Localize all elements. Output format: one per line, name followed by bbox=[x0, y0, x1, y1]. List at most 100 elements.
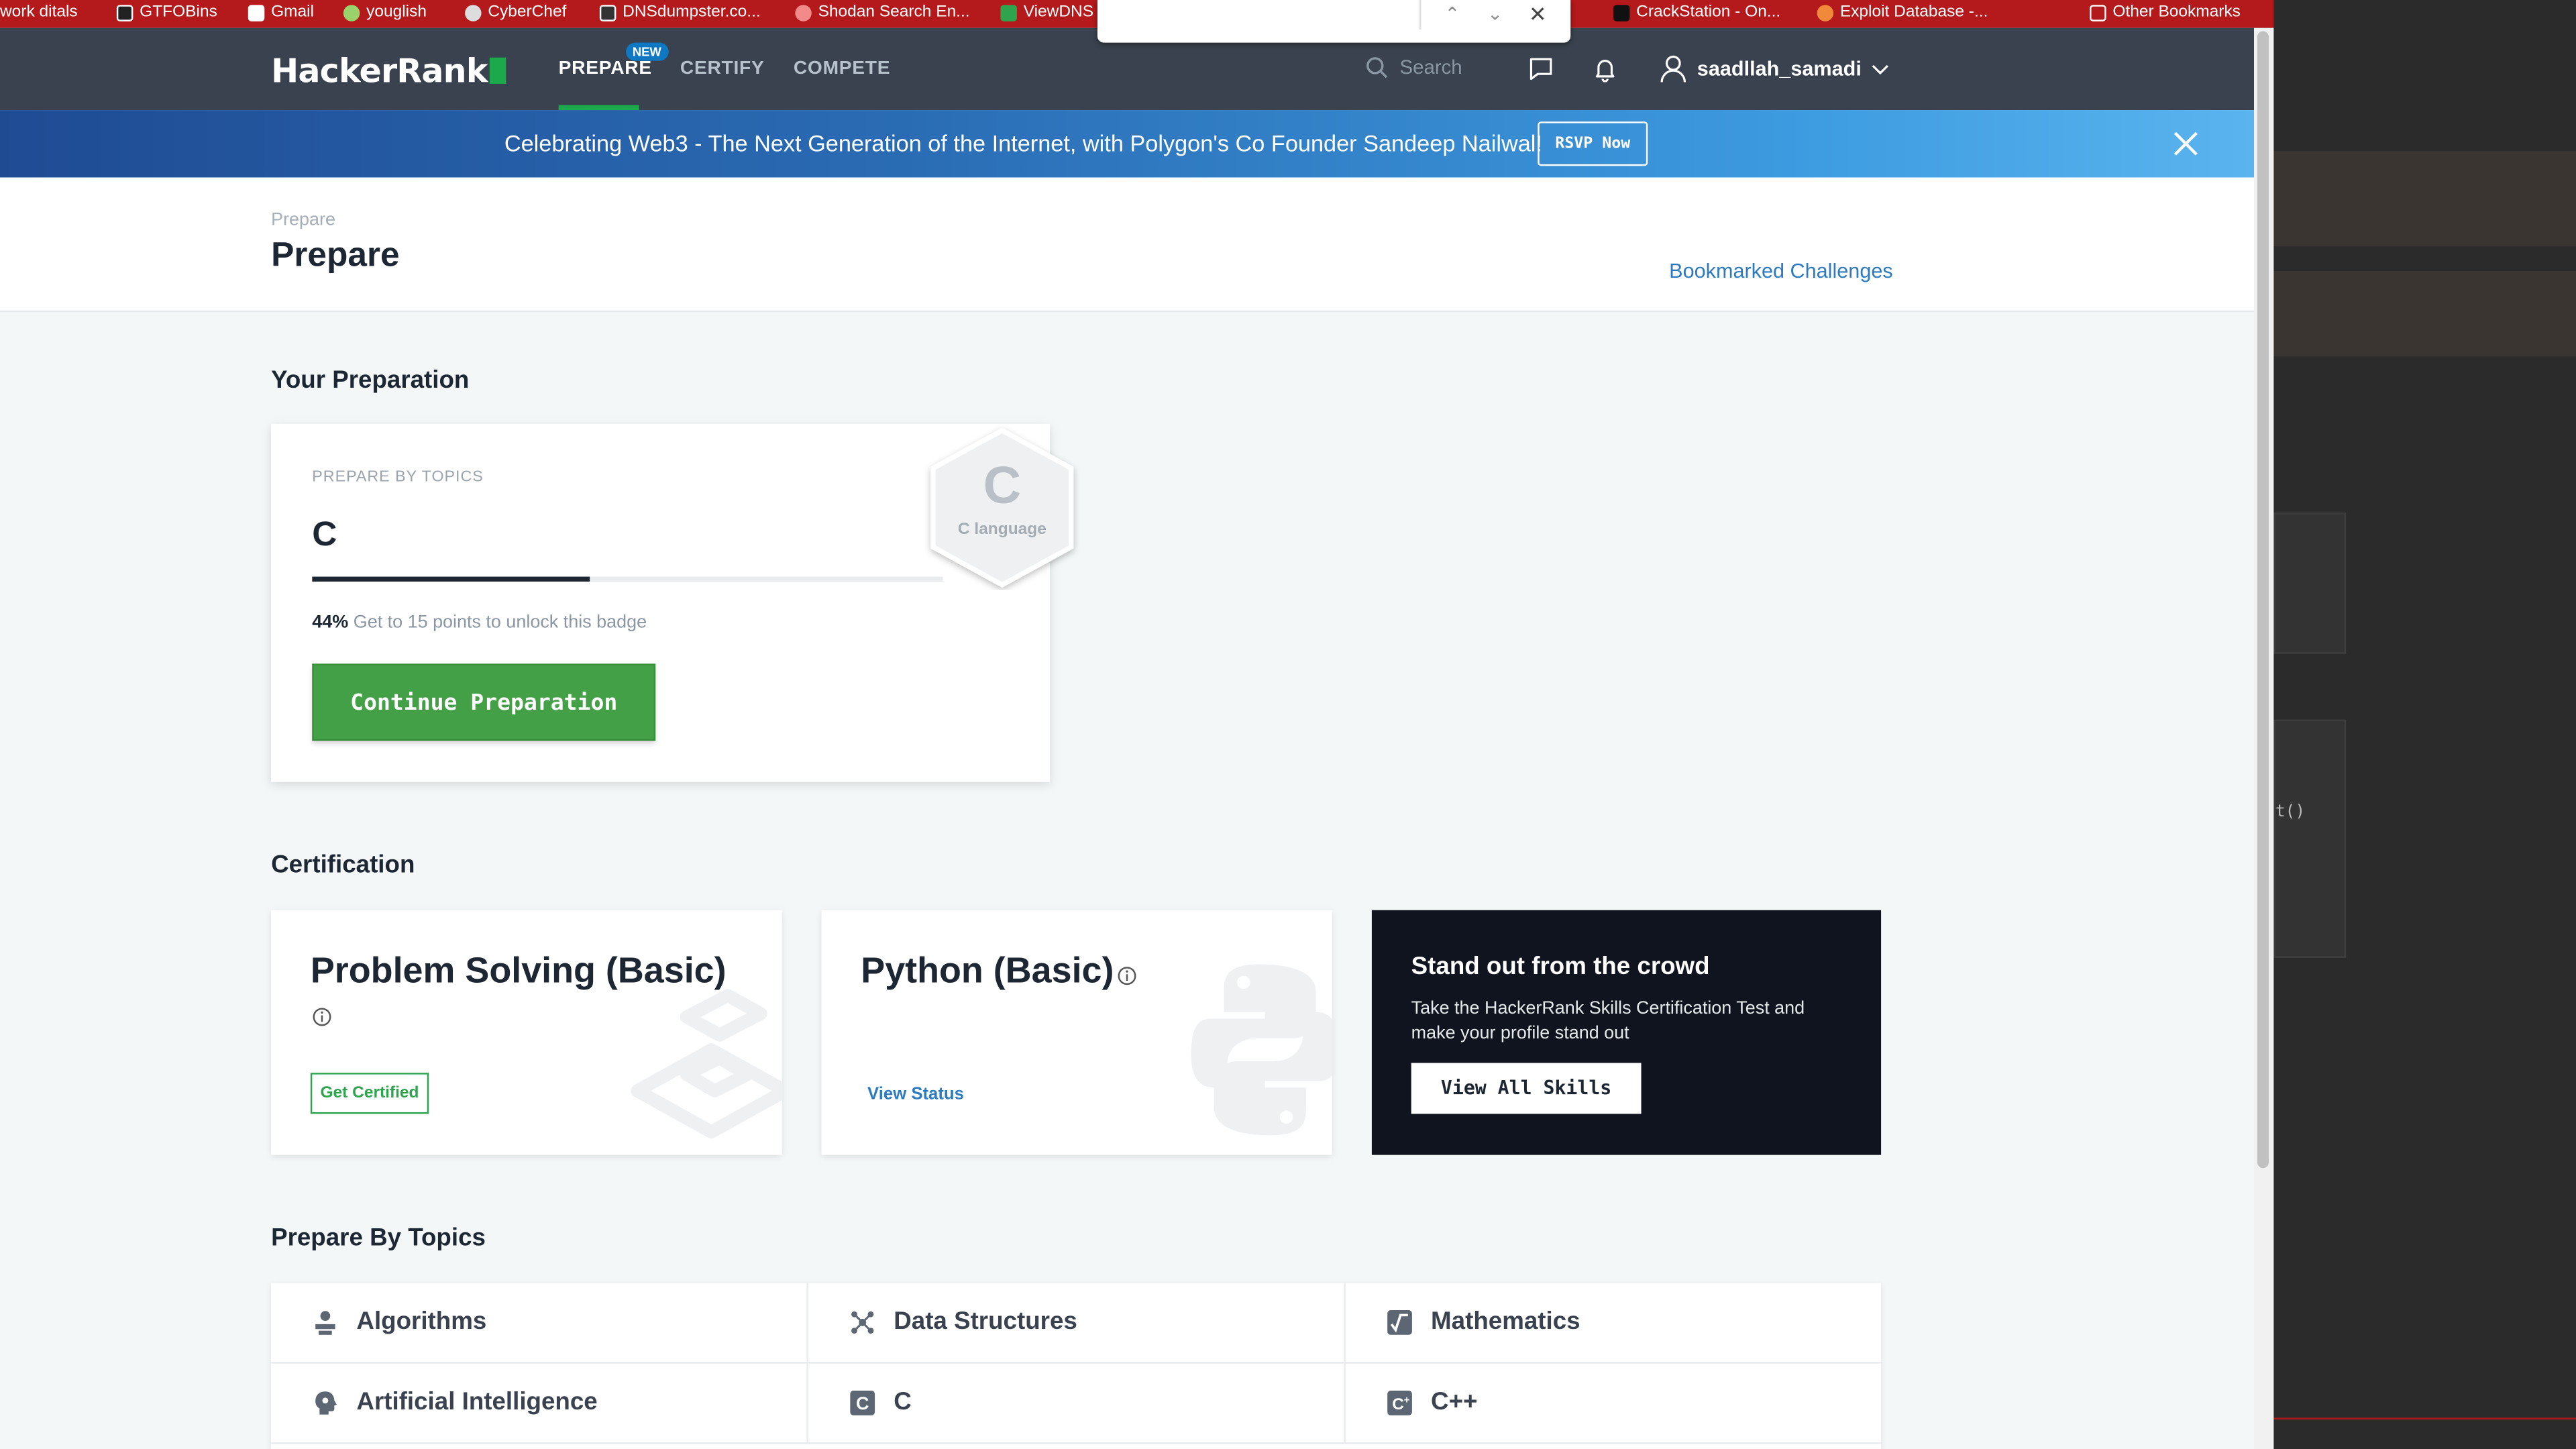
chevron-down-icon[interactable]: ⌄ bbox=[1481, 1, 1510, 28]
divider bbox=[1419, 0, 1421, 30]
hackerrank-logo[interactable]: HackerRank bbox=[271, 51, 506, 91]
chevron-down-icon bbox=[1872, 64, 1889, 74]
page-scrollbar[interactable] bbox=[2254, 28, 2274, 1449]
topics-grid: Algorithms Data Structures Mathematics A… bbox=[271, 1283, 1883, 1449]
promo-text: Take the HackerRank Skills Certification… bbox=[1411, 998, 1805, 1044]
folder-icon bbox=[2090, 5, 2106, 21]
close-icon[interactable] bbox=[2172, 129, 2200, 158]
bookmark-item[interactable]: GTFOBins bbox=[116, 3, 217, 23]
topic-mathematics[interactable]: Mathematics bbox=[1345, 1283, 1883, 1364]
topic-label: Algorithms bbox=[356, 1307, 487, 1336]
tab-prepare[interactable]: PREPARE bbox=[559, 59, 652, 78]
logo-mark bbox=[489, 57, 506, 84]
cert-card-problem-solving[interactable]: Problem Solving (Basic) Get Certified bbox=[271, 910, 782, 1155]
panel-block bbox=[2273, 151, 2576, 247]
topic-label: Artificial Intelligence bbox=[356, 1388, 598, 1417]
search-placeholder: Search bbox=[1399, 56, 1462, 79]
shodan-icon bbox=[795, 5, 812, 21]
topic-cpp[interactable]: C + C++ bbox=[1345, 1364, 1883, 1444]
bookmark-item[interactable]: CyberChef bbox=[465, 3, 566, 23]
notifications-bell-icon[interactable] bbox=[1592, 56, 1618, 83]
hackerrank-page: HackerRank PREPARE NEW CERTIFY COMPETE S… bbox=[0, 28, 2255, 1449]
bookmark-item[interactable]: CrackStation - On... bbox=[1613, 3, 1780, 23]
cyberchef-icon bbox=[465, 5, 482, 21]
progress-bar bbox=[312, 576, 943, 582]
certification-promo-card: Stand out from the crowd Take the Hacker… bbox=[1371, 910, 1882, 1155]
section-title-your-preparation: Your Preparation bbox=[271, 366, 470, 394]
svg-text:C: C bbox=[856, 1393, 869, 1413]
c-icon: C bbox=[850, 1391, 875, 1415]
messages-icon[interactable] bbox=[1528, 56, 1554, 82]
bookmark-item[interactable]: Shodan Search En... bbox=[795, 3, 970, 23]
username: saadllah_samadi bbox=[1697, 57, 1862, 81]
exploit-db-icon bbox=[1817, 5, 1834, 21]
section-title-prepare-by-topics: Prepare By Topics bbox=[271, 1224, 486, 1252]
bookmark-item[interactable]: Exploit Database -... bbox=[1817, 3, 1988, 23]
search-icon bbox=[1366, 57, 1388, 78]
scrollbar-thumb[interactable] bbox=[2257, 31, 2269, 1169]
bookmark-item[interactable]: DNSdumpster.co... bbox=[599, 3, 761, 23]
folder-icon bbox=[116, 5, 133, 21]
topic-label: C++ bbox=[1431, 1388, 1478, 1417]
background-window: t() bbox=[2273, 28, 2576, 1449]
topic-c[interactable]: C C bbox=[808, 1363, 1346, 1444]
youglish-icon bbox=[343, 5, 360, 21]
code-panel: t() bbox=[2273, 719, 2347, 958]
get-certified-button[interactable]: Get Certified bbox=[310, 1073, 429, 1114]
divider bbox=[2273, 1417, 2576, 1419]
tab-compete[interactable]: COMPETE bbox=[794, 59, 890, 78]
mathematics-icon bbox=[1387, 1310, 1412, 1335]
cert-title: Python (Basic) bbox=[861, 949, 1114, 991]
topic-algorithms[interactable]: Algorithms bbox=[271, 1283, 808, 1364]
info-icon[interactable] bbox=[1117, 966, 1136, 985]
data-structures-icon bbox=[851, 1311, 874, 1334]
view-all-skills-button[interactable]: View All Skills bbox=[1411, 1063, 1642, 1114]
view-status-link[interactable]: View Status bbox=[867, 1084, 964, 1104]
bookmark-item[interactable]: youglish bbox=[343, 3, 427, 23]
cert-title: Problem Solving (Basic) bbox=[310, 949, 727, 991]
cert-card-python[interactable]: Python (Basic) View Status bbox=[821, 910, 1333, 1155]
page-title: Prepare bbox=[271, 236, 400, 274]
checkbox-icon bbox=[1000, 5, 1017, 21]
screen: work ditals GTFOBins Gmail youglish Cybe… bbox=[0, 0, 2576, 1449]
bookmark-item[interactable]: Gmail bbox=[248, 3, 314, 23]
breadcrumb[interactable]: Prepare bbox=[271, 210, 335, 229]
user-menu[interactable]: saadllah_samadi bbox=[1659, 54, 1889, 84]
badge-letter: C bbox=[983, 455, 1022, 514]
section-title-certification: Certification bbox=[271, 851, 415, 879]
progress-fill bbox=[312, 576, 590, 582]
gmail-icon bbox=[248, 5, 265, 21]
other-bookmarks[interactable]: Other Bookmarks bbox=[2090, 3, 2241, 23]
code-fragment: t() bbox=[2275, 803, 2306, 822]
topic-data-structures[interactable]: Data Structures bbox=[808, 1283, 1346, 1364]
active-tab-indicator bbox=[558, 105, 639, 111]
dnsdumpster-icon bbox=[599, 5, 616, 21]
topic-artificial-intelligence[interactable]: Artificial Intelligence bbox=[271, 1363, 808, 1444]
topic-label: Mathematics bbox=[1431, 1307, 1580, 1336]
close-icon[interactable]: ✕ bbox=[1523, 1, 1552, 28]
prep-topic: C bbox=[312, 515, 337, 554]
bookmarked-challenges-link[interactable]: Bookmarked Challenges bbox=[1669, 260, 1893, 282]
svg-text:+: + bbox=[1404, 1395, 1410, 1405]
tab-certify[interactable]: CERTIFY bbox=[680, 59, 765, 78]
bookmark-item[interactable]: work ditals bbox=[0, 3, 78, 23]
find-in-page-bar: ⌃ ⌄ ✕ bbox=[1097, 0, 1571, 43]
info-icon[interactable] bbox=[312, 1007, 331, 1026]
python-watermark-icon bbox=[1191, 964, 1333, 1136]
announcement-banner: Celebrating Web3 - The Next Generation o… bbox=[0, 110, 2255, 178]
user-icon bbox=[1660, 55, 1686, 83]
search-box[interactable]: Search bbox=[1365, 56, 1462, 79]
find-input[interactable] bbox=[1104, 3, 1413, 30]
prep-label: PREPARE BY TOPICS bbox=[312, 468, 484, 486]
topic-label: C bbox=[894, 1388, 912, 1417]
topic-label: Data Structures bbox=[894, 1307, 1077, 1336]
rsvp-button[interactable]: RSVP Now bbox=[1538, 121, 1648, 166]
continue-preparation-button[interactable]: Continue Preparation bbox=[312, 663, 656, 741]
panel-block bbox=[2273, 513, 2347, 654]
badge-label: C language bbox=[958, 520, 1046, 538]
bookmark-item[interactable]: ViewDNS bbox=[1000, 3, 1093, 23]
page-header: Prepare Prepare Bookmarked Challenges bbox=[0, 177, 2255, 313]
crackstation-icon bbox=[1613, 5, 1630, 21]
chevron-up-icon[interactable]: ⌃ bbox=[1438, 1, 1467, 28]
promo-title: Stand out from the crowd bbox=[1411, 953, 1710, 981]
